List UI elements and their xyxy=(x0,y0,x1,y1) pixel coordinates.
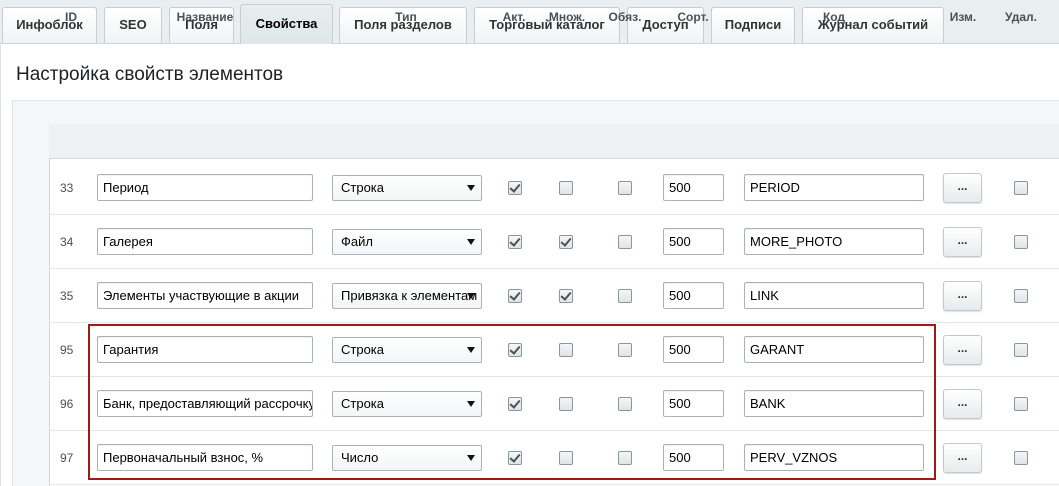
sort-input[interactable]: 500 xyxy=(663,444,724,471)
edit-property-button[interactable]: ... xyxy=(943,335,982,365)
tab-captions[interactable]: Подписи xyxy=(711,7,795,43)
property-type-value: Строка xyxy=(341,342,385,357)
chevron-down-icon xyxy=(467,455,475,461)
active-checkbox[interactable] xyxy=(508,235,522,249)
required-checkbox[interactable] xyxy=(618,343,632,357)
active-checkbox[interactable] xyxy=(508,343,522,357)
required-checkbox[interactable] xyxy=(618,451,632,465)
property-name-input[interactable]: Гарантия xyxy=(97,336,313,363)
active-checkbox[interactable] xyxy=(508,451,522,465)
multiple-checkbox[interactable] xyxy=(559,451,573,465)
column-header-id: ID xyxy=(65,10,77,24)
row-id: 33 xyxy=(60,181,74,195)
row-divider xyxy=(49,484,1059,485)
sort-input[interactable]: 500 xyxy=(663,336,724,363)
edit-property-button[interactable]: ... xyxy=(943,173,982,203)
row-id: 97 xyxy=(60,451,74,465)
property-type-value: Строка xyxy=(341,396,385,411)
property-type-select[interactable]: Строка xyxy=(332,391,482,417)
chevron-down-icon xyxy=(467,239,475,245)
multiple-checkbox[interactable] xyxy=(559,343,573,357)
property-name-input[interactable]: Период xyxy=(97,174,313,201)
row-divider xyxy=(49,430,1059,431)
chevron-down-icon xyxy=(467,185,475,191)
column-header-required: Обяз. xyxy=(608,10,642,24)
row-id: 95 xyxy=(60,343,74,357)
chevron-down-icon xyxy=(467,401,475,407)
active-checkbox[interactable] xyxy=(508,181,522,195)
column-header-name: Название xyxy=(176,10,234,24)
property-type-select[interactable]: Привязка к элементам xyxy=(332,283,482,309)
property-type-select[interactable]: Строка xyxy=(332,337,482,363)
property-type-select[interactable]: Строка xyxy=(332,175,482,201)
property-type-value: Число xyxy=(341,450,379,465)
property-name-input[interactable]: Банк, предоставляющий рассрочку xyxy=(97,390,313,417)
delete-checkbox[interactable] xyxy=(1014,397,1028,411)
property-type-value: Файл xyxy=(341,234,373,249)
required-checkbox[interactable] xyxy=(618,181,632,195)
code-input[interactable]: GARANT xyxy=(744,336,924,363)
column-header-type: Тип xyxy=(395,10,417,24)
edit-property-button[interactable]: ... xyxy=(943,443,982,473)
multiple-checkbox[interactable] xyxy=(559,289,573,303)
delete-checkbox[interactable] xyxy=(1014,235,1028,249)
code-input[interactable]: MORE_PHOTO xyxy=(744,228,924,255)
multiple-checkbox[interactable] xyxy=(559,181,573,195)
row-divider xyxy=(49,214,1059,215)
multiple-checkbox[interactable] xyxy=(559,397,573,411)
chevron-down-icon xyxy=(467,347,475,353)
delete-checkbox[interactable] xyxy=(1014,343,1028,357)
column-header-edit: Изм. xyxy=(949,10,977,24)
tab-infoblock[interactable]: Инфоблок xyxy=(2,7,97,43)
edit-property-button[interactable]: ... xyxy=(943,389,982,419)
edit-property-button[interactable]: ... xyxy=(943,227,982,257)
column-header-sort: Сорт. xyxy=(677,10,709,24)
active-checkbox[interactable] xyxy=(508,289,522,303)
delete-checkbox[interactable] xyxy=(1014,451,1028,465)
row-divider xyxy=(49,322,1059,323)
code-input[interactable]: LINK xyxy=(744,282,924,309)
column-header-active: Акт. xyxy=(502,10,526,24)
row-id: 35 xyxy=(60,289,74,303)
property-name-input[interactable]: Элементы участвующие в акции xyxy=(97,282,313,309)
property-type-value: Привязка к элементам xyxy=(341,288,478,303)
sort-input[interactable]: 500 xyxy=(663,390,724,417)
chevron-down-icon xyxy=(467,293,475,299)
edit-property-button[interactable]: ... xyxy=(943,281,982,311)
code-input[interactable]: PERIOD xyxy=(744,174,924,201)
property-name-input[interactable]: Галерея xyxy=(97,228,313,255)
row-divider xyxy=(49,268,1059,269)
required-checkbox[interactable] xyxy=(618,235,632,249)
table-header xyxy=(49,124,1059,159)
property-type-select[interactable]: Число xyxy=(332,445,482,471)
column-header-multiple: Множ. xyxy=(548,10,586,24)
page-title: Настройка свойств элементов xyxy=(16,64,284,85)
sort-input[interactable]: 500 xyxy=(663,228,724,255)
column-header-code: Код xyxy=(822,10,846,24)
row-id: 96 xyxy=(60,397,74,411)
property-name-input[interactable]: Первоначальный взнос, % xyxy=(97,444,313,471)
property-type-value: Строка xyxy=(341,180,385,195)
sort-input[interactable]: 500 xyxy=(663,282,724,309)
delete-checkbox[interactable] xyxy=(1014,181,1028,195)
code-input[interactable]: BANK xyxy=(744,390,924,417)
sort-input[interactable]: 500 xyxy=(663,174,724,201)
active-checkbox[interactable] xyxy=(508,397,522,411)
required-checkbox[interactable] xyxy=(618,289,632,303)
delete-checkbox[interactable] xyxy=(1014,289,1028,303)
code-input[interactable]: PERV_VZNOS xyxy=(744,444,924,471)
row-divider xyxy=(49,376,1059,377)
column-header-delete: Удал. xyxy=(1005,10,1037,24)
property-type-select[interactable]: Файл xyxy=(332,229,482,255)
multiple-checkbox[interactable] xyxy=(559,235,573,249)
row-id: 34 xyxy=(60,235,74,249)
required-checkbox[interactable] xyxy=(618,397,632,411)
